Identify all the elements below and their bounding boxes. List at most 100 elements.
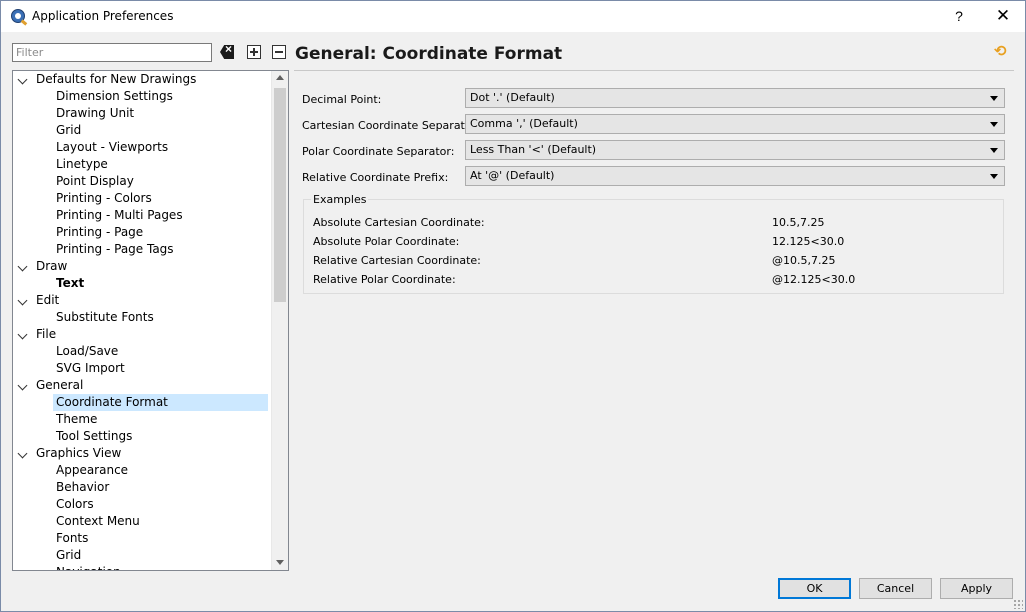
tree-item-label: File <box>36 327 57 341</box>
example-label: Absolute Cartesian Coordinate: <box>313 216 485 229</box>
tree-item-label: Draw <box>36 259 68 273</box>
tree-item[interactable]: Linetype <box>13 156 272 173</box>
window-title: Application Preferences <box>32 9 174 23</box>
tree-item[interactable]: Grid <box>13 547 272 564</box>
tree-item[interactable]: Text <box>13 275 272 292</box>
tree-item-label: Printing - Page Tags <box>56 242 174 256</box>
app-logo-icon <box>11 9 25 23</box>
tree-item[interactable]: Layout - Viewports <box>13 139 272 156</box>
chevron-down-icon[interactable] <box>17 448 28 459</box>
tree-category[interactable]: General <box>13 377 272 394</box>
tree-scrollbar[interactable] <box>271 71 288 570</box>
scroll-down-icon[interactable] <box>276 560 284 565</box>
tree-item[interactable]: Printing - Colors <box>13 190 272 207</box>
example-value: 12.125<30.0 <box>772 235 845 248</box>
tree-item[interactable]: Printing - Multi Pages <box>13 207 272 224</box>
tree-item-label: Defaults for New Drawings <box>36 72 197 86</box>
tree-item[interactable]: Substitute Fonts <box>13 309 272 326</box>
tree-item-label: Coordinate Format <box>53 394 268 411</box>
chevron-down-icon[interactable] <box>17 74 28 85</box>
examples-title: Examples <box>311 193 369 206</box>
tree-item-label: Appearance <box>56 463 129 477</box>
tree-item[interactable]: Dimension Settings <box>13 88 272 105</box>
tree-category[interactable]: Defaults for New Drawings <box>13 71 272 88</box>
tree-item-label: Linetype <box>56 157 108 171</box>
cancel-button[interactable]: Cancel <box>859 578 932 599</box>
decimal-point-select[interactable]: Dot '.' (Default) <box>465 88 1005 108</box>
tree-list: Defaults for New Drawings Dimension Setti… <box>13 71 272 570</box>
tree-item-label: Grid <box>56 123 82 137</box>
tree-item[interactable]: Colors <box>13 496 272 513</box>
tree-item[interactable]: Appearance <box>13 462 272 479</box>
tree-item[interactable]: Drawing Unit <box>13 105 272 122</box>
example-value: @12.125<30.0 <box>772 273 856 286</box>
chevron-down-icon[interactable] <box>17 329 28 340</box>
tree-item[interactable]: Fonts <box>13 530 272 547</box>
tree-item[interactable]: Printing - Page Tags <box>13 241 272 258</box>
tree-category[interactable]: Graphics View <box>13 445 272 462</box>
tree-item[interactable]: Behavior <box>13 479 272 496</box>
tree-item[interactable]: Context Menu <box>13 513 272 530</box>
tree-item-label: Point Display <box>56 174 134 188</box>
tree-item[interactable]: Coordinate Format <box>13 394 272 411</box>
preferences-tree[interactable]: Defaults for New Drawings Dimension Setti… <box>12 70 289 571</box>
polar-separator-select[interactable]: Less Than '<' (Default) <box>465 140 1005 160</box>
tree-item-label: General <box>36 378 84 392</box>
chevron-down-icon[interactable] <box>17 261 28 272</box>
tree-category[interactable]: Edit <box>13 292 272 309</box>
example-value: 10.5,7.25 <box>772 216 825 229</box>
expand-all-icon[interactable] <box>247 45 261 59</box>
chevron-down-icon[interactable] <box>17 380 28 391</box>
tree-category[interactable]: File <box>13 326 272 343</box>
close-button[interactable]: ✕ <box>993 6 1013 26</box>
tree-item[interactable]: Load/Save <box>13 343 272 360</box>
example-label: Absolute Polar Coordinate: <box>313 235 460 248</box>
polar-separator-value: Less Than '<' (Default) <box>470 143 597 156</box>
tree-item-label: Navigation <box>56 565 121 570</box>
tree-item-label: Context Menu <box>56 514 140 528</box>
tree-item[interactable]: Navigation <box>13 564 272 570</box>
resize-grip-icon[interactable] <box>1013 599 1023 609</box>
tree-item-label: Theme <box>56 412 98 426</box>
relative-prefix-label: Relative Coordinate Prefix: <box>302 171 449 184</box>
tree-item[interactable]: Point Display <box>13 173 272 190</box>
tree-item[interactable]: Grid <box>13 122 272 139</box>
tree-item[interactable]: Printing - Page <box>13 224 272 241</box>
tree-item-label: Grid <box>56 548 82 562</box>
tree-category[interactable]: Draw <box>13 258 272 275</box>
tree-item-label: Dimension Settings <box>56 89 173 103</box>
reset-icon[interactable]: ⟲ <box>994 44 1008 59</box>
decimal-point-value: Dot '.' (Default) <box>470 91 555 104</box>
chevron-down-icon[interactable] <box>17 295 28 306</box>
page-title: General: Coordinate Format <box>295 44 563 64</box>
tree-item-label: Behavior <box>56 480 110 494</box>
tree-item-label: Printing - Colors <box>56 191 152 205</box>
tree-item[interactable]: Theme <box>13 411 272 428</box>
title-divider <box>294 70 1014 71</box>
tree-item-label: Edit <box>36 293 60 307</box>
scroll-up-icon[interactable] <box>276 75 284 80</box>
tree-item-label: SVG Import <box>56 361 125 375</box>
chevron-down-icon <box>990 96 998 101</box>
ok-button[interactable]: OK <box>778 578 851 599</box>
tree-item[interactable]: Tool Settings <box>13 428 272 445</box>
tree-item[interactable]: SVG Import <box>13 360 272 377</box>
help-button[interactable]: ? <box>949 6 969 26</box>
chevron-down-icon <box>990 174 998 179</box>
tree-item-label: Text <box>56 276 85 290</box>
example-label: Relative Polar Coordinate: <box>313 273 456 286</box>
tree-item-label: Printing - Page <box>56 225 144 239</box>
tree-item-label: Tool Settings <box>56 429 133 443</box>
filter-input[interactable] <box>12 43 212 62</box>
chevron-down-icon <box>990 148 998 153</box>
relative-prefix-select[interactable]: At '@' (Default) <box>465 166 1005 186</box>
scroll-thumb[interactable] <box>274 88 286 302</box>
tree-item-label: Fonts <box>56 531 89 545</box>
apply-button[interactable]: Apply <box>940 578 1013 599</box>
tree-item-label: Layout - Viewports <box>56 140 169 154</box>
tree-item-label: Load/Save <box>56 344 119 358</box>
cartesian-separator-select[interactable]: Comma ',' (Default) <box>465 114 1005 134</box>
title-bar: Application Preferences ? ✕ <box>1 1 1025 32</box>
collapse-all-icon[interactable] <box>272 45 286 59</box>
decimal-point-label: Decimal Point: <box>302 93 382 106</box>
